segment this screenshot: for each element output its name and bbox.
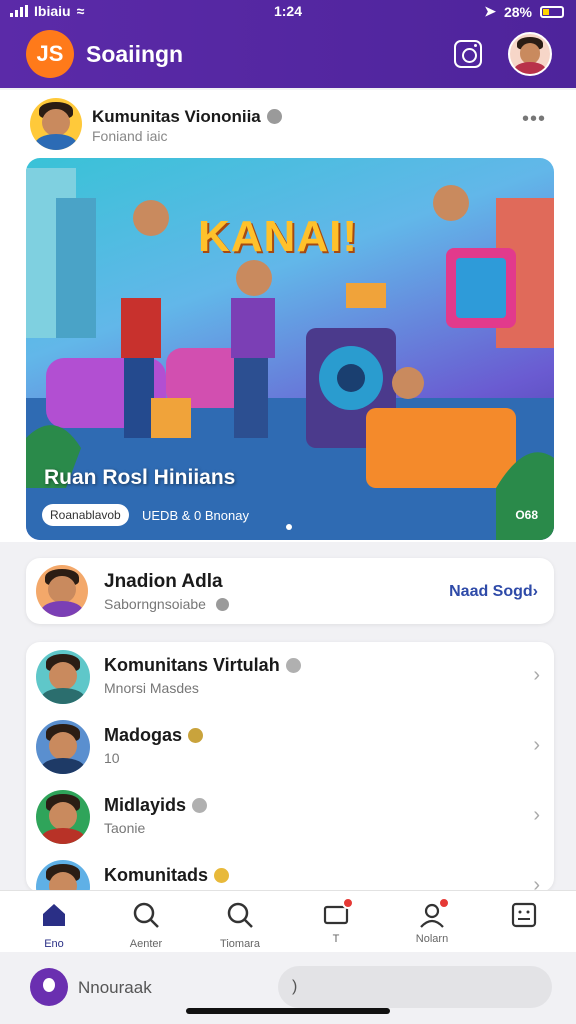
feed-post: Kumunitas Viononiia Foniand iaic ••• KAN… — [0, 90, 576, 542]
profile-avatar[interactable] — [508, 32, 552, 76]
info-icon — [215, 598, 229, 611]
nav-profile[interactable]: Nolarn — [396, 897, 468, 945]
community-list: Komunitans Virtulah Mnorsi Masdes › Mado… — [26, 642, 554, 892]
verified-icon — [285, 658, 301, 673]
post-banner-image[interactable]: KANAI! Ruan Rosl Hiniians Roanablavob UE… — [26, 158, 554, 540]
community-title: Madogas — [104, 725, 204, 746]
nav-label: Tiomara — [220, 938, 260, 950]
community-title-text: Midlayids — [104, 795, 187, 815]
banner-title: Ruan Rosl Hiniians — [44, 466, 236, 489]
chevron-right-icon: › — [533, 734, 540, 756]
notification-badge — [342, 897, 354, 909]
more-options-icon[interactable]: ••• — [522, 108, 546, 131]
chevron-right-icon: › — [532, 583, 538, 600]
banner-meta: UEDB & 0 Bnonay — [142, 508, 249, 523]
banner-tag-chip[interactable]: Roanablavob — [42, 504, 129, 526]
lock-icon — [192, 798, 208, 813]
post-author-name[interactable]: Kumunitas Viononiia — [92, 107, 282, 127]
verified-icon — [266, 109, 282, 124]
friend-action-label: Naad Sogd — [449, 583, 533, 600]
post-author-label: Kumunitas Viononiia — [92, 107, 261, 126]
nav-search[interactable]: Aenter — [110, 901, 182, 950]
list-item[interactable]: Madogas 10 › — [26, 712, 554, 782]
community-avatar — [36, 790, 90, 844]
nav-messages[interactable]: T — [300, 897, 372, 945]
nav-label: Eno — [44, 938, 64, 950]
profile-icon — [418, 897, 450, 929]
nav-label: T — [332, 933, 340, 945]
bottom-nav: Eno Aenter Tiomara T Nolarn — [0, 890, 576, 952]
app-header: Ibiaiu ≈ 1:24 ➤ 28% JS Soaiingn — [0, 0, 576, 88]
friend-subtitle-text: Saborngnsoiabe — [104, 596, 206, 612]
friend-suggestion-card[interactable]: Jnadion Adla Saborngnsoiabe Naad Sogd› — [26, 558, 554, 624]
nav-home[interactable]: Eno — [18, 901, 90, 950]
community-subtitle: Mnorsi Masdes — [104, 680, 199, 696]
battery-percent: 28% — [503, 3, 532, 20]
nav-menu[interactable] — [488, 901, 560, 938]
composer-avatar[interactable] — [30, 968, 68, 1006]
chevron-right-icon: › — [533, 664, 540, 686]
nav-label: Aenter — [129, 938, 163, 950]
friend-avatar[interactable] — [36, 565, 88, 617]
community-title-text: Komunitads — [104, 865, 209, 885]
nav-label: Nolarn — [415, 933, 449, 945]
home-icon — [43, 904, 65, 926]
battery-icon — [540, 5, 564, 18]
app-logo[interactable]: JS — [26, 30, 74, 78]
list-item[interactable]: Komunitans Virtulah Mnorsi Masdes › — [26, 642, 554, 712]
community-avatar — [36, 720, 90, 774]
app-title: Soaiingn — [86, 41, 184, 67]
community-title: Komunitans Virtulah — [104, 655, 301, 676]
nav-explore[interactable]: Tiomara — [204, 901, 276, 950]
community-title-text: Komunitans Virtulah — [104, 655, 280, 675]
home-indicator — [186, 1008, 390, 1014]
composer-name: Nnouraak — [78, 978, 152, 997]
community-subtitle: Taonie — [104, 820, 146, 836]
community-title: Komunitads — [104, 865, 230, 886]
search-icon — [227, 902, 253, 928]
post-subtitle: Foniand iaic — [92, 128, 168, 144]
community-title-text: Madogas — [104, 725, 183, 745]
list-item[interactable]: Komunitads › — [26, 852, 554, 892]
post-author-avatar[interactable] — [30, 98, 82, 150]
search-icon — [133, 902, 159, 928]
banner-count: O68 — [515, 508, 538, 522]
carousel-indicator — [286, 524, 292, 530]
camera-icon[interactable] — [454, 40, 482, 68]
notification-badge — [438, 897, 450, 909]
community-subtitle: 10 — [104, 750, 120, 766]
message-icon — [322, 897, 354, 929]
banner-headline: KANAI! — [198, 212, 358, 261]
chevron-right-icon: › — [533, 804, 540, 826]
community-title: Midlayids — [104, 795, 208, 816]
friend-name: Jnadion Adla — [104, 571, 223, 592]
emoji-icon — [188, 728, 204, 743]
friend-action-link[interactable]: Naad Sogd› — [449, 583, 538, 601]
status-bar: Ibiaiu ≈ 1:24 ➤ 28% — [0, 0, 576, 24]
emoji-icon — [214, 868, 230, 883]
composer-input[interactable]: ) — [278, 966, 552, 1008]
community-avatar — [36, 860, 90, 892]
list-item[interactable]: Midlayids Taonie › — [26, 782, 554, 852]
menu-icon — [511, 902, 537, 928]
location-icon: ➤ — [484, 3, 496, 19]
friend-subtitle: Saborngnsoiabe — [104, 596, 229, 612]
community-avatar — [36, 650, 90, 704]
